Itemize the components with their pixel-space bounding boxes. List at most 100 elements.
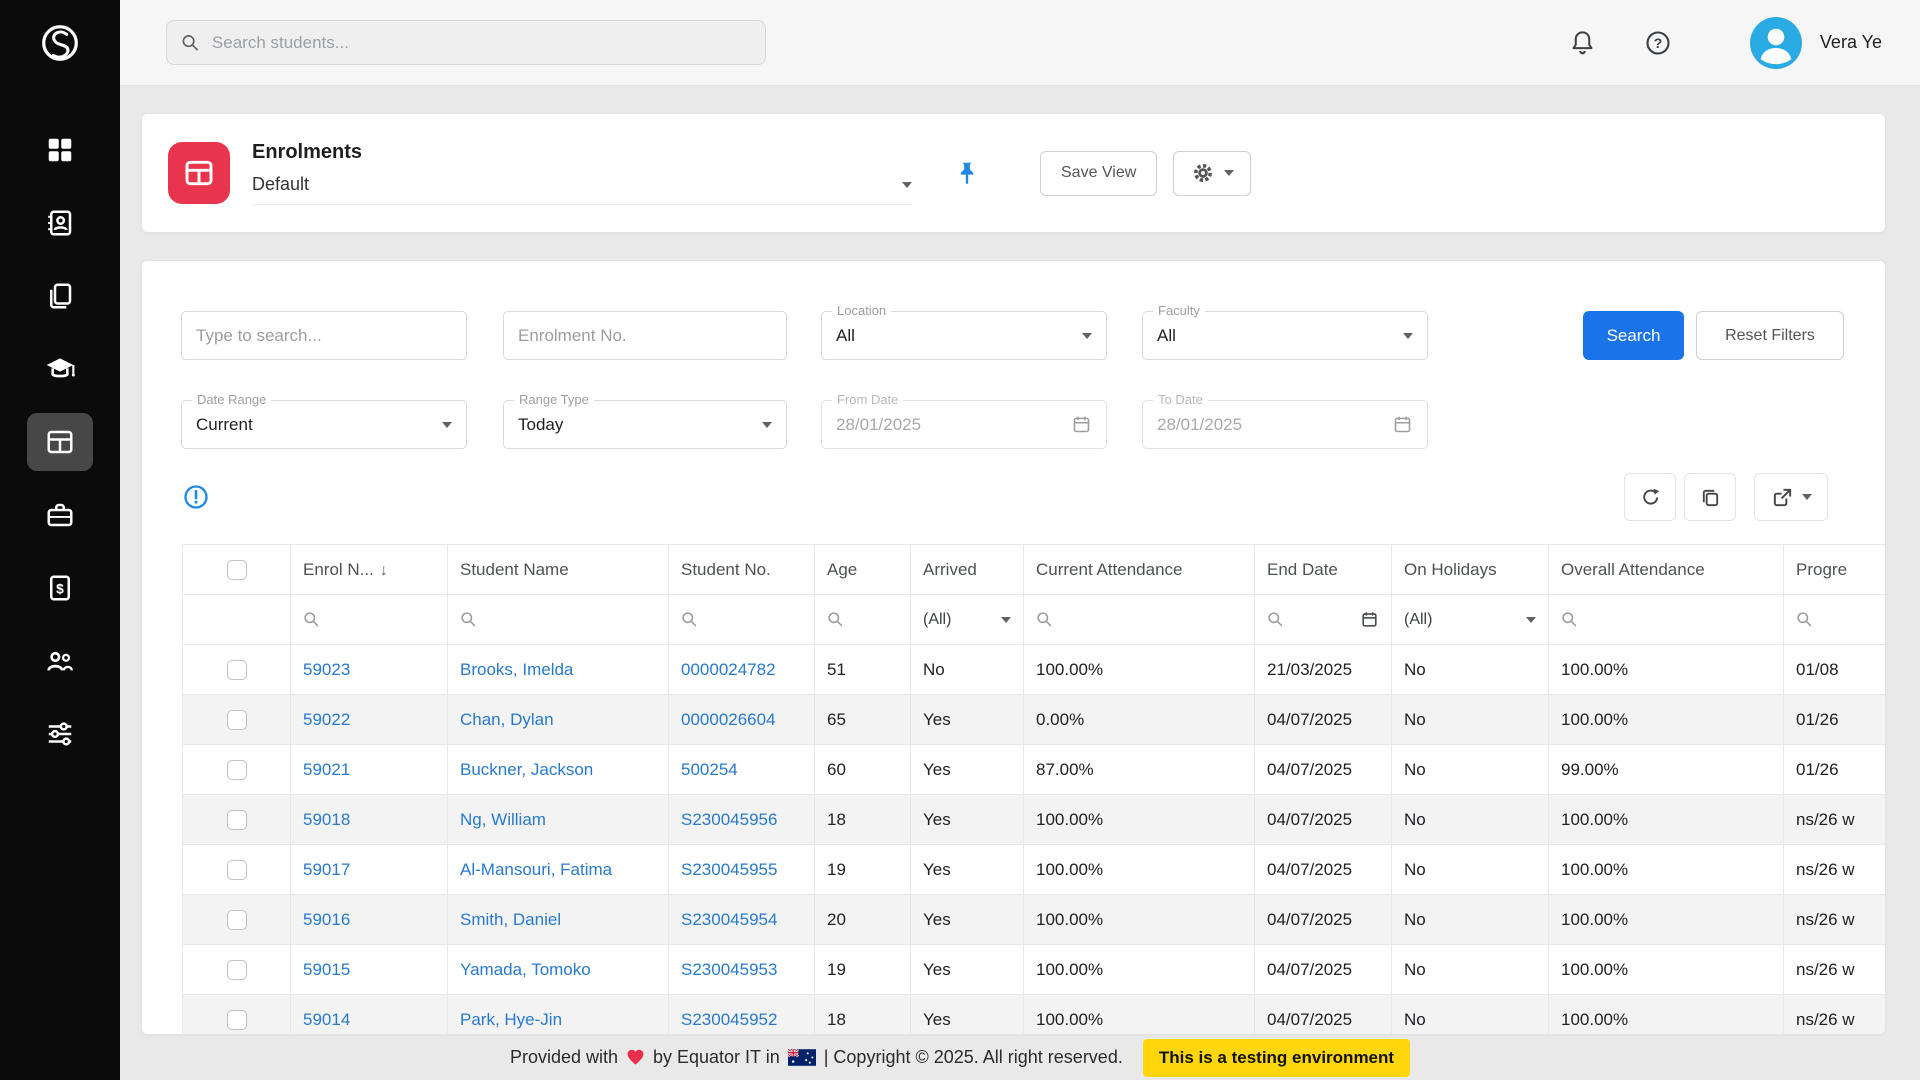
sidebar-item-students[interactable] (0, 332, 120, 405)
student-no-link[interactable]: 0000024782 (681, 660, 776, 679)
sidebar-item-dashboard[interactable] (0, 113, 120, 186)
col-header-current-attendance[interactable]: Current Attendance (1024, 545, 1255, 595)
range-type-select[interactable]: Range Type Today (503, 400, 787, 449)
sidebar-item-settings[interactable] (0, 697, 120, 770)
sidebar-item-invoices[interactable]: $ (0, 551, 120, 624)
student-no-link[interactable]: 0000026604 (681, 710, 776, 729)
view-settings-button[interactable] (1173, 151, 1251, 196)
enrol-no-link[interactable]: 59015 (303, 960, 350, 979)
enrol-no-link[interactable]: 59018 (303, 810, 350, 829)
app-logo[interactable] (0, 0, 120, 86)
student-no-link[interactable]: S230045956 (681, 810, 777, 829)
global-search[interactable] (166, 20, 766, 65)
student-no-link[interactable]: S230045953 (681, 960, 777, 979)
row-checkbox[interactable] (227, 710, 247, 730)
overall-attendance-cell: 100.00% (1549, 695, 1784, 745)
enrol-no-column-filter[interactable] (303, 611, 435, 628)
location-select[interactable]: Location All (821, 311, 1107, 360)
user-menu[interactable]: Vera Ye (1750, 17, 1882, 69)
student-name-link[interactable]: Park, Hye-Jin (460, 1010, 562, 1029)
search-icon (1561, 611, 1578, 628)
enrolment-no-input[interactable] (503, 311, 787, 360)
select-all-checkbox[interactable] (227, 560, 247, 580)
current-attendance-cell: 100.00% (1024, 895, 1255, 945)
on-holidays-column-filter[interactable]: (All) (1404, 611, 1536, 629)
student-no-link[interactable]: 500254 (681, 760, 738, 779)
enrol-no-link[interactable]: 59023 (303, 660, 350, 679)
student-name-link[interactable]: Chan, Dylan (460, 710, 554, 729)
student-name-link[interactable]: Buckner, Jackson (460, 760, 593, 779)
student-no-link[interactable]: S230045952 (681, 1010, 777, 1029)
heart-icon (626, 1048, 645, 1067)
row-checkbox[interactable] (227, 910, 247, 930)
chevron-down-icon (1526, 617, 1536, 623)
col-header-end-date[interactable]: End Date (1255, 545, 1392, 595)
sidebar-item-contacts[interactable] (0, 186, 120, 259)
col-header-progress[interactable]: Progre (1784, 545, 1887, 595)
enrol-no-link[interactable]: 59014 (303, 1010, 350, 1029)
current-attendance-column-filter[interactable] (1036, 611, 1242, 628)
student-name-link[interactable]: Al-Mansouri, Fatima (460, 860, 612, 879)
enrol-no-link[interactable]: 59016 (303, 910, 350, 929)
col-header-student-no[interactable]: Student No. (669, 545, 815, 595)
search-button[interactable]: Search (1583, 311, 1684, 360)
col-header-enrol-no[interactable]: Enrol N...↓ (291, 545, 448, 595)
row-checkbox[interactable] (227, 760, 247, 780)
export-button[interactable] (1754, 473, 1828, 521)
row-checkbox[interactable] (227, 1010, 247, 1030)
student-no-link[interactable]: S230045955 (681, 860, 777, 879)
refresh-button[interactable] (1624, 473, 1676, 521)
search-icon (303, 611, 320, 628)
col-header-student-name[interactable]: Student Name (448, 545, 669, 595)
from-date-field[interactable]: From Date 28/01/2025 (821, 400, 1107, 449)
search-students-input[interactable] (212, 33, 751, 53)
date-range-select[interactable]: Date Range Current (181, 400, 467, 449)
save-view-button[interactable]: Save View (1040, 151, 1157, 196)
copy-button[interactable] (1684, 473, 1736, 521)
col-header-on-holidays[interactable]: On Holidays (1392, 545, 1549, 595)
arrived-column-filter[interactable]: (All) (923, 611, 1011, 629)
arrived-cell: Yes (911, 845, 1024, 895)
student-no-link[interactable]: S230045954 (681, 910, 777, 929)
faculty-select[interactable]: Faculty All (1142, 311, 1428, 360)
end-date-column-filter[interactable] (1267, 610, 1379, 629)
sidebar-item-groups[interactable] (0, 624, 120, 697)
student-name-link[interactable]: Yamada, Tomoko (460, 960, 591, 979)
col-header-age[interactable]: Age (815, 545, 911, 595)
help-button[interactable]: ? (1644, 29, 1672, 57)
pin-view-button[interactable] (954, 160, 980, 186)
student-name-link[interactable]: Ng, William (460, 810, 546, 829)
age-cell: 20 (815, 895, 911, 945)
age-cell: 19 (815, 845, 911, 895)
overall-attendance-column-filter[interactable] (1561, 611, 1771, 628)
faculty-label: Faculty (1153, 303, 1205, 318)
student-no-column-filter[interactable] (681, 611, 802, 628)
enrol-no-link[interactable]: 59021 (303, 760, 350, 779)
keyword-search-input[interactable] (181, 311, 467, 360)
sidebar-item-documents[interactable] (0, 259, 120, 332)
col-header-arrived[interactable]: Arrived (911, 545, 1024, 595)
enrol-no-link[interactable]: 59017 (303, 860, 350, 879)
col-header-overall-attendance[interactable]: Overall Attendance (1549, 545, 1784, 595)
row-checkbox[interactable] (227, 810, 247, 830)
row-checkbox[interactable] (227, 960, 247, 980)
student-name-link[interactable]: Smith, Daniel (460, 910, 561, 929)
age-column-filter[interactable] (827, 611, 898, 628)
contacts-icon (27, 194, 93, 252)
to-date-field[interactable]: To Date 28/01/2025 (1142, 400, 1428, 449)
student-name-link[interactable]: Brooks, Imelda (460, 660, 573, 679)
enrol-no-link[interactable]: 59022 (303, 710, 350, 729)
row-checkbox[interactable] (227, 860, 247, 880)
sidebar-item-enrolments[interactable] (0, 405, 120, 478)
chevron-down-icon (902, 182, 912, 188)
arrived-cell: Yes (911, 895, 1024, 945)
view-selector[interactable]: Default (252, 174, 912, 205)
progress-column-filter[interactable] (1796, 611, 1886, 628)
student-name-column-filter[interactable] (460, 611, 656, 628)
row-checkbox[interactable] (227, 660, 247, 680)
notifications-button[interactable] (1569, 29, 1596, 56)
sidebar-item-jobs[interactable] (0, 478, 120, 551)
reset-filters-button[interactable]: Reset Filters (1696, 311, 1844, 360)
info-button[interactable] (182, 483, 210, 511)
progress-cell: ns/26 w (1784, 895, 1887, 945)
